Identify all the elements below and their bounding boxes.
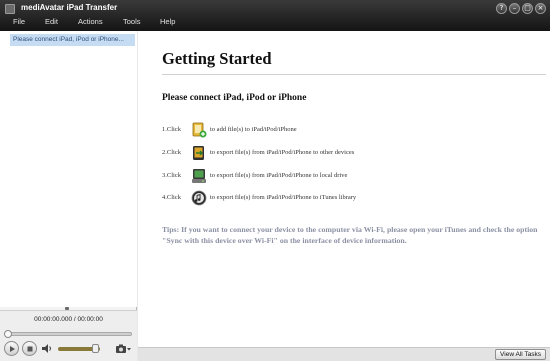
step-export-to-device: 2.Click to export file(s) from iPad/iPod… xyxy=(162,145,542,163)
step-description: to export file(s) from iPad/iPod/iPhone … xyxy=(210,149,355,156)
device-panel: Please connect iPad, iPod or iPhone... 0… xyxy=(0,31,137,361)
export-to-drive-icon[interactable] xyxy=(191,168,207,184)
player-timecode: 00:00:00.000 / 00:00:00 xyxy=(34,316,103,323)
stop-button[interactable] xyxy=(22,341,37,356)
itunes-icon[interactable] xyxy=(191,190,207,206)
menu-actions[interactable]: Actions xyxy=(78,17,103,26)
wifi-tips: Tips: If you want to connect your device… xyxy=(162,225,538,245)
step-number: 2.Click xyxy=(162,149,181,156)
step-description: to export file(s) from iPad/iPod/iPhone … xyxy=(210,194,357,201)
step-number: 4.Click xyxy=(162,194,181,201)
close-button[interactable]: × xyxy=(535,3,546,14)
step-export-to-itunes: 4.Click to export file(s) from iPad/iPod… xyxy=(162,190,542,208)
seek-knob[interactable] xyxy=(4,330,12,338)
snapshot-camera-icon[interactable] xyxy=(116,344,132,354)
stop-icon xyxy=(27,346,33,352)
minimize-button[interactable]: – xyxy=(509,3,520,14)
preview-player: 00:00:00.000 / 00:00:00 xyxy=(0,310,137,361)
volume-knob[interactable] xyxy=(92,344,100,353)
play-icon xyxy=(10,346,15,352)
app-window: mediAvatar iPad Transfer File Edit Actio… xyxy=(0,0,550,361)
step-description: to add file(s) to iPad/iPod/iPhone xyxy=(210,126,297,133)
add-file-icon[interactable] xyxy=(191,122,207,138)
menu-help[interactable]: Help xyxy=(160,17,175,26)
seek-bar[interactable] xyxy=(4,330,132,338)
menu-file[interactable]: File xyxy=(13,17,25,26)
window-title: mediAvatar iPad Transfer xyxy=(21,3,118,12)
window-controls: ? – ▢ × xyxy=(496,3,546,14)
play-button[interactable] xyxy=(4,341,19,356)
device-list: Please connect iPad, iPod or iPhone... xyxy=(0,31,137,307)
status-bar: View All Tasks xyxy=(138,347,550,361)
connect-device-heading: Please connect iPad, iPod or iPhone xyxy=(162,93,307,103)
step-description: to export file(s) from iPad/iPod/iPhone … xyxy=(210,172,348,179)
title-bar: mediAvatar iPad Transfer File Edit Actio… xyxy=(0,0,550,31)
volume-slider[interactable] xyxy=(58,344,100,353)
step-export-to-drive: 3.Click to export file(s) from iPad/iPod… xyxy=(162,168,542,186)
view-all-tasks-button[interactable]: View All Tasks xyxy=(495,349,546,360)
step-number: 1.Click xyxy=(162,126,181,133)
menu-edit[interactable]: Edit xyxy=(45,17,58,26)
step-number: 3.Click xyxy=(162,172,181,179)
step-add-file: 1.Click to add file(s) to iPad/iPod/iPho… xyxy=(162,122,542,140)
app-logo-icon xyxy=(5,4,15,14)
page-title: Getting Started xyxy=(162,49,272,68)
help-button[interactable]: ? xyxy=(496,3,507,14)
device-list-item[interactable]: Please connect iPad, iPod or iPhone... xyxy=(10,34,135,46)
menu-tools[interactable]: Tools xyxy=(123,17,141,26)
export-to-device-icon[interactable] xyxy=(191,145,207,161)
getting-started-panel: Getting Started Please connect iPad, iPo… xyxy=(138,31,550,347)
volume-icon[interactable] xyxy=(42,344,52,353)
menu-bar: File Edit Actions Tools Help xyxy=(0,17,300,29)
title-divider xyxy=(162,74,546,75)
maximize-button[interactable]: ▢ xyxy=(522,3,533,14)
